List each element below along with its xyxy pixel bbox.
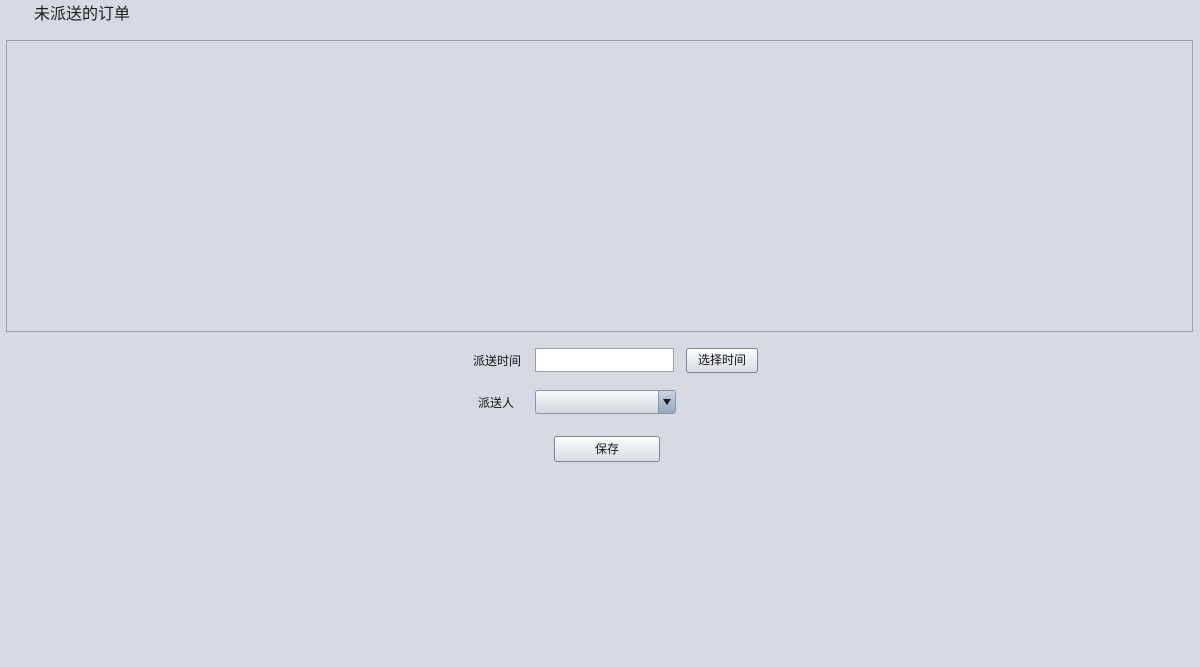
unassigned-orders-panel[interactable] [6, 40, 1193, 332]
chevron-down-icon [663, 399, 671, 405]
delivery-person-select[interactable] [535, 390, 676, 414]
delivery-time-input[interactable] [535, 348, 674, 372]
delivery-time-label: 派送时间 [473, 354, 522, 368]
dropdown-arrow-button[interactable] [658, 391, 675, 413]
save-button[interactable]: 保存 [554, 436, 660, 462]
pick-time-button[interactable]: 选择时间 [686, 348, 758, 373]
page-title: 未派送的订单 [34, 4, 131, 23]
delivery-person-label: 派送人 [478, 396, 515, 410]
